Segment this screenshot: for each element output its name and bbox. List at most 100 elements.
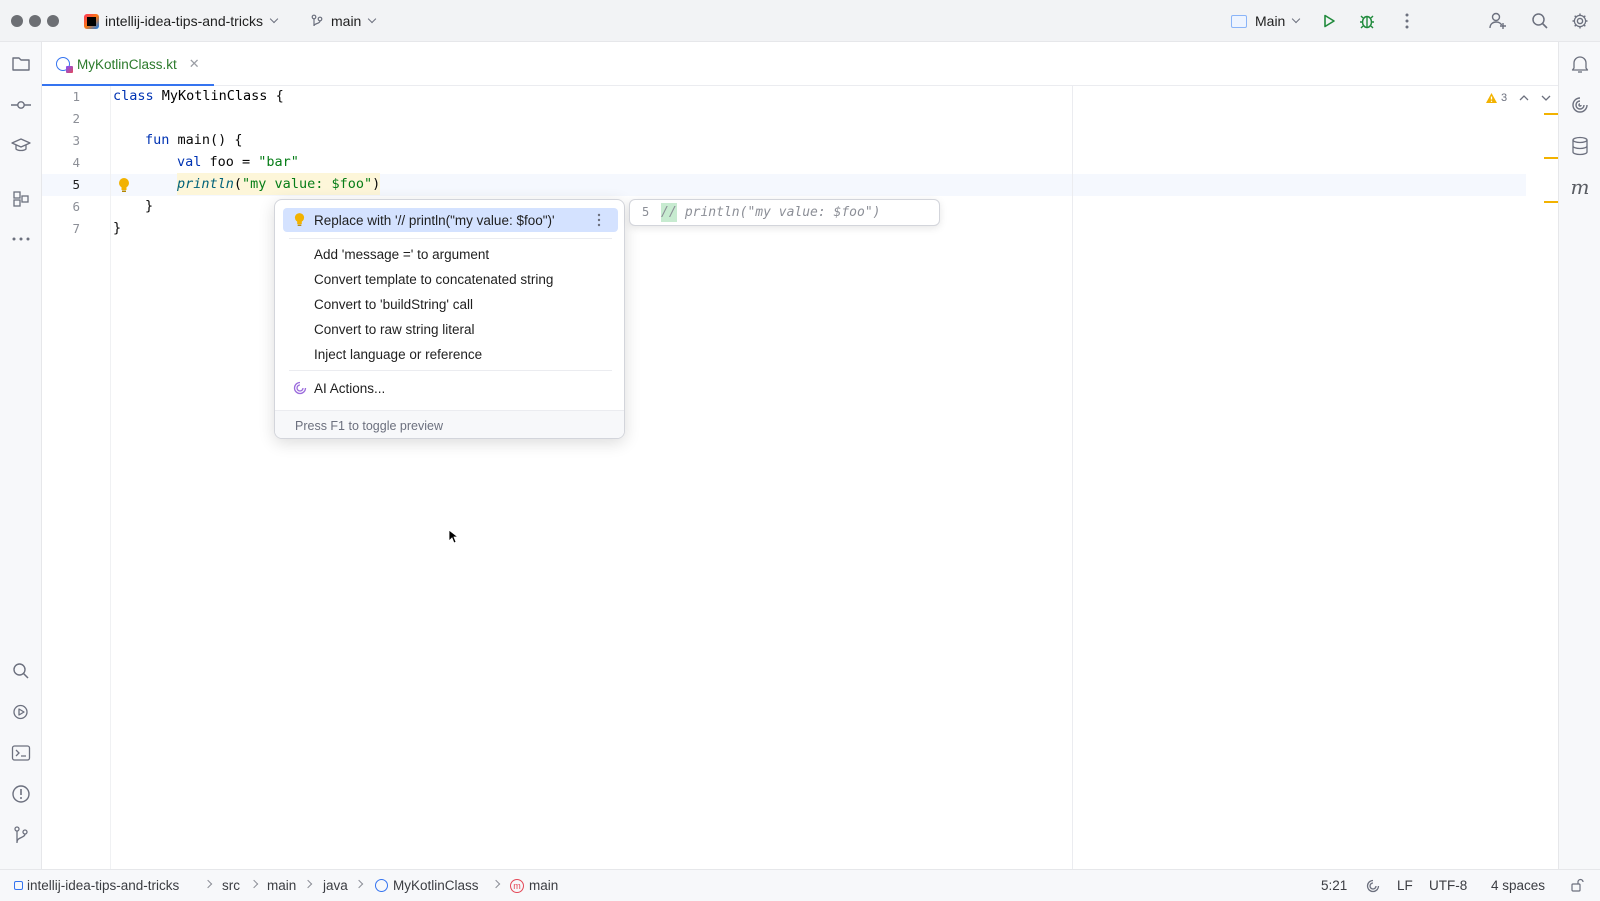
line-number: 7 bbox=[72, 221, 80, 236]
problems-icon[interactable] bbox=[10, 783, 32, 805]
settings-gear-icon[interactable] bbox=[1570, 11, 1590, 31]
chevron-down-icon bbox=[368, 14, 377, 24]
line-number: 6 bbox=[72, 199, 80, 214]
right-tool-window-bar: m bbox=[1558, 42, 1600, 869]
ai-assistant-icon[interactable] bbox=[1569, 94, 1591, 116]
branch-switcher[interactable]: main bbox=[310, 0, 377, 42]
intention-preview: 5 // println("my value: $foo") bbox=[629, 199, 940, 226]
indent-setting[interactable]: 4 spaces bbox=[1491, 870, 1545, 901]
add-user-icon[interactable] bbox=[1487, 10, 1509, 32]
editor-tabs: MyKotlinClass.kt ✕ bbox=[42, 42, 1558, 87]
close-tab-icon[interactable]: ✕ bbox=[189, 56, 200, 72]
project-folder-icon[interactable] bbox=[10, 53, 32, 75]
more-options-icon[interactable] bbox=[597, 213, 601, 227]
left-tool-window-bar bbox=[0, 42, 42, 869]
intellij-logo-icon bbox=[84, 13, 99, 29]
preview-code: println("my value: $foo") bbox=[677, 205, 881, 220]
run-icon[interactable] bbox=[1320, 12, 1338, 30]
window-zoom-button[interactable] bbox=[47, 15, 59, 27]
find-icon[interactable] bbox=[10, 660, 32, 682]
run-config-selector[interactable]: Main bbox=[1231, 0, 1301, 42]
previous-highlight-icon[interactable] bbox=[1518, 92, 1530, 104]
line-number: 4 bbox=[72, 155, 80, 170]
window-close-button[interactable] bbox=[11, 15, 23, 27]
lightbulb-icon bbox=[294, 213, 305, 226]
preview-added-comment: // bbox=[661, 203, 677, 222]
module-icon bbox=[14, 881, 23, 890]
code-line-7: } bbox=[113, 220, 122, 236]
ai-assistant-status-icon[interactable] bbox=[1365, 878, 1381, 894]
intention-add-message-argument[interactable]: Add 'message =' to argument bbox=[275, 242, 624, 266]
file-encoding[interactable]: UTF-8 bbox=[1429, 870, 1467, 901]
project-switcher[interactable]: intellij-idea-tips-and-tricks bbox=[84, 0, 279, 42]
more-actions-icon[interactable] bbox=[1397, 11, 1417, 31]
breadcrumb-class[interactable]: MyKotlinClass bbox=[375, 870, 479, 901]
services-run-icon[interactable] bbox=[10, 701, 32, 723]
intention-convert-buildstring[interactable]: Convert to 'buildString' call bbox=[275, 292, 624, 316]
intention-convert-concatenated[interactable]: Convert template to concatenated string bbox=[275, 267, 624, 291]
ai-actions-item[interactable]: AI Actions... bbox=[275, 376, 624, 400]
warning-icon bbox=[1486, 93, 1497, 103]
breadcrumb-project[interactable]: intellij-idea-tips-and-tricks bbox=[14, 870, 179, 901]
run-config-name: Main bbox=[1255, 13, 1286, 29]
debug-icon[interactable] bbox=[1357, 11, 1377, 31]
notifications-bell-icon[interactable] bbox=[1569, 53, 1591, 75]
next-highlight-icon[interactable] bbox=[1540, 92, 1552, 104]
caret-position[interactable]: 5:21 bbox=[1321, 870, 1347, 901]
status-bar: intellij-idea-tips-and-tricks src main j… bbox=[0, 869, 1600, 900]
method-icon: m bbox=[510, 878, 524, 893]
separator bbox=[289, 370, 612, 371]
separator bbox=[289, 238, 612, 239]
commit-icon[interactable] bbox=[10, 94, 32, 116]
chevron-right-icon bbox=[203, 879, 213, 889]
breadcrumb-main[interactable]: main bbox=[267, 870, 296, 901]
line-number: 3 bbox=[72, 133, 80, 148]
maven-icon[interactable]: m bbox=[1569, 175, 1591, 199]
branch-name: main bbox=[331, 13, 362, 29]
code-line-5: println("my value: $foo") bbox=[177, 173, 381, 195]
terminal-icon[interactable] bbox=[10, 742, 32, 764]
inspection-widget[interactable]: 3 bbox=[1485, 90, 1507, 106]
mouse-cursor-icon bbox=[448, 529, 458, 544]
right-margin-guide bbox=[1072, 86, 1073, 869]
run-config-icon bbox=[1231, 14, 1247, 28]
code-line-6: } bbox=[145, 198, 154, 214]
code-line-4: val foo = "bar" bbox=[177, 154, 299, 170]
code-line-1: class MyKotlinClass { bbox=[113, 88, 284, 104]
git-icon[interactable] bbox=[10, 824, 32, 846]
chevron-right-icon bbox=[354, 879, 364, 889]
gutter: 1 2 3 4 5 6 7 bbox=[42, 86, 129, 869]
warning-stripe[interactable] bbox=[1544, 113, 1558, 115]
tab-label: MyKotlinClass.kt bbox=[77, 56, 177, 72]
lightbulb-icon[interactable] bbox=[116, 175, 132, 195]
chevron-down-icon bbox=[269, 14, 279, 24]
window-minimize-button[interactable] bbox=[29, 15, 41, 27]
intention-inject-language[interactable]: Inject language or reference bbox=[275, 342, 624, 366]
intention-convert-raw-string[interactable]: Convert to raw string literal bbox=[275, 317, 624, 341]
ai-assistant-icon bbox=[293, 381, 307, 395]
warning-stripe[interactable] bbox=[1544, 157, 1558, 159]
database-icon[interactable] bbox=[1569, 135, 1591, 157]
warning-stripe[interactable] bbox=[1544, 201, 1558, 203]
chevron-right-icon bbox=[249, 879, 259, 889]
popup-footer-hint: Press F1 to toggle preview bbox=[275, 410, 624, 438]
learn-icon[interactable] bbox=[10, 135, 32, 157]
intention-actions-popup: Replace with '// println("my value: $foo… bbox=[274, 199, 625, 439]
project-name: intellij-idea-tips-and-tricks bbox=[105, 13, 263, 29]
tab-mykotlinclass[interactable]: MyKotlinClass.kt ✕ bbox=[42, 42, 214, 87]
preview-line-number: 5 bbox=[642, 205, 650, 219]
chevron-down-icon bbox=[1292, 14, 1301, 24]
chevron-right-icon bbox=[491, 879, 501, 889]
breadcrumb-function[interactable]: m main bbox=[510, 870, 558, 901]
branch-icon bbox=[311, 14, 323, 27]
line-number: 2 bbox=[72, 111, 80, 126]
line-number: 5 bbox=[72, 177, 80, 192]
breadcrumb-src[interactable]: src bbox=[222, 870, 240, 901]
breadcrumb-java[interactable]: java bbox=[323, 870, 348, 901]
unlock-icon[interactable] bbox=[1569, 877, 1585, 893]
search-icon[interactable] bbox=[1530, 11, 1550, 31]
more-tool-windows-icon[interactable] bbox=[10, 228, 32, 250]
structure-icon[interactable] bbox=[10, 188, 32, 210]
intention-replace-with-comment[interactable]: Replace with '// println("my value: $foo… bbox=[275, 208, 624, 232]
line-ending[interactable]: LF bbox=[1397, 870, 1413, 901]
